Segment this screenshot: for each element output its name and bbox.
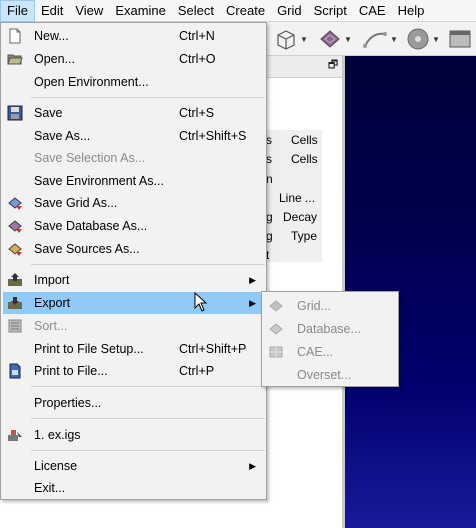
panel-list: s Cells s Cells n Line ... g Decay g Typ… xyxy=(266,130,322,262)
panel-cell: g xyxy=(266,210,273,224)
menu-item-open[interactable]: Open... Ctrl+O xyxy=(3,48,264,70)
menu-file[interactable]: File xyxy=(0,0,35,22)
database-icon xyxy=(269,323,283,335)
menu-item-print[interactable]: Print to File... Ctrl+P xyxy=(3,360,264,382)
panel-cell: Decay xyxy=(283,210,318,224)
menu-item-save-database[interactable]: Save Database As... xyxy=(3,215,264,237)
submenu-arrow-icon: ▶ xyxy=(249,298,256,308)
floppy-disk-icon xyxy=(7,105,23,121)
new-file-icon xyxy=(9,28,21,44)
save-database-icon xyxy=(8,220,22,233)
chevron-down-icon: ▼ xyxy=(432,34,440,44)
export-item-grid: Grid... xyxy=(264,295,396,317)
menu-separator xyxy=(31,418,265,419)
chevron-down-icon: ▼ xyxy=(300,34,308,44)
menu-item-recent-file[interactable]: 1. ex.igs xyxy=(3,424,264,446)
submenu-arrow-icon: ▶ xyxy=(249,461,256,471)
menu-create[interactable]: Create xyxy=(220,0,271,22)
recent-file-icon xyxy=(8,430,22,441)
panel-cell: Type xyxy=(291,229,318,243)
menu-item-properties[interactable]: Properties... xyxy=(3,392,264,414)
menu-item-sort: Sort... xyxy=(3,315,264,337)
menu-item-exit[interactable]: Exit... xyxy=(3,477,264,499)
menu-examine[interactable]: Examine xyxy=(109,0,172,22)
menu-item-open-environment[interactable]: Open Environment... xyxy=(3,71,264,93)
grid-icon xyxy=(269,300,283,312)
menu-item-save[interactable]: Save Ctrl+S xyxy=(3,102,264,124)
toolbar: ▼ ▼ ▼ ▼ xyxy=(266,22,476,56)
window-tool-button[interactable] xyxy=(448,26,472,52)
cae-icon xyxy=(269,346,283,358)
block-tool-button[interactable]: ▼ xyxy=(274,26,308,52)
surface-icon xyxy=(320,30,340,48)
menu-help[interactable]: Help xyxy=(392,0,431,22)
disk-icon xyxy=(407,28,429,50)
panel-cell: n xyxy=(266,172,273,186)
cube-icon xyxy=(277,30,295,50)
mouse-cursor-icon xyxy=(194,292,208,312)
menu-item-import[interactable]: Import ▶ xyxy=(3,269,264,291)
menu-bar: File Edit View Examine Select Create Gri… xyxy=(0,0,476,22)
export-item-database: Database... xyxy=(264,318,396,340)
print-file-icon xyxy=(9,363,21,379)
menu-item-save-selection: Save Selection As... xyxy=(34,151,146,165)
menu-view[interactable]: View xyxy=(69,0,109,22)
curve-icon xyxy=(363,32,387,48)
menu-script[interactable]: Script xyxy=(308,0,353,22)
menu-item-save-sources[interactable]: Save Sources As... xyxy=(3,238,264,260)
export-item-cae: CAE... xyxy=(264,341,396,363)
import-icon xyxy=(8,273,22,286)
save-grid-icon xyxy=(8,197,22,210)
submenu-arrow-icon: ▶ xyxy=(249,275,256,285)
float-panel-icon[interactable]: 🗗 xyxy=(327,59,339,71)
menu-item-export[interactable]: Export ▶ xyxy=(3,292,264,314)
panel-cell: Cells xyxy=(291,152,318,166)
view-tool-button[interactable]: ▼ xyxy=(406,26,440,52)
save-sources-icon xyxy=(8,243,22,256)
file-menu: New... Ctrl+N Open... Ctrl+O Open Enviro… xyxy=(0,22,267,500)
window-icon xyxy=(449,30,471,48)
menu-separator xyxy=(31,264,265,265)
chevron-down-icon: ▼ xyxy=(390,34,398,44)
menu-separator xyxy=(31,450,265,451)
export-item-overset: Overset... xyxy=(297,368,352,382)
menu-item-save-grid[interactable]: Save Grid As... xyxy=(3,192,264,214)
panel-cell: Line ... xyxy=(279,191,316,205)
export-submenu: Grid... Database... CAE... Overset... xyxy=(261,291,399,387)
menu-item-print-setup[interactable]: Print to File Setup... Ctrl+Shift+P xyxy=(3,338,264,360)
domain-tool-button[interactable]: ▼ xyxy=(318,26,352,52)
menu-separator xyxy=(31,386,265,387)
menu-item-save-environment[interactable]: Save Environment As... xyxy=(3,170,264,192)
panel-cell: Cells xyxy=(291,133,318,147)
sort-icon xyxy=(8,319,22,333)
menu-item-new[interactable]: New... Ctrl+N xyxy=(3,25,264,47)
connector-tool-button[interactable]: ▼ xyxy=(362,26,398,52)
chevron-down-icon: ▼ xyxy=(344,34,352,44)
menu-item-save-as[interactable]: Save As... Ctrl+Shift+S xyxy=(3,125,264,147)
panel-cell: g xyxy=(266,229,273,243)
menu-grid[interactable]: Grid xyxy=(271,0,308,22)
menu-cae[interactable]: CAE xyxy=(353,0,392,22)
export-icon xyxy=(8,297,22,309)
menu-separator xyxy=(31,97,265,98)
menu-edit[interactable]: Edit xyxy=(35,0,69,22)
folder-open-icon xyxy=(7,54,23,65)
menu-item-license[interactable]: License ▶ xyxy=(3,455,264,477)
menu-select[interactable]: Select xyxy=(172,0,220,22)
